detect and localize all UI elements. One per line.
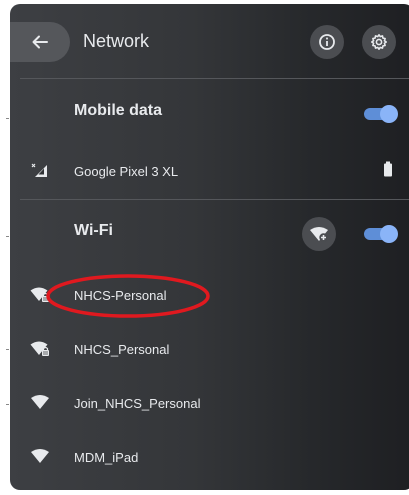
device-label: Google Pixel 3 XL (74, 164, 179, 179)
wifi-icon (31, 449, 49, 463)
wifi-icon (31, 395, 49, 409)
toggle-knob (380, 105, 398, 123)
wifi-title: Wi-Fi (74, 222, 113, 239)
info-icon (319, 34, 335, 50)
network-panel: Network Mobile data Google Pixel 3 XL Wi… (10, 4, 409, 490)
edge-mark (6, 349, 9, 350)
page-title: Network (83, 31, 150, 51)
network-label: NHCS-Personal (74, 288, 167, 303)
network-item-3[interactable]: MDM_iPad (10, 434, 409, 478)
wifi-add-icon (310, 227, 328, 242)
network-item-2[interactable]: Join_NHCS_Personal (10, 380, 409, 424)
info-button[interactable] (310, 25, 344, 59)
arrow-left-icon (32, 35, 48, 49)
header-divider (20, 78, 409, 79)
cellular-no-data-icon (31, 163, 47, 177)
settings-button[interactable] (362, 25, 396, 59)
toggle-knob (380, 225, 398, 243)
network-label: Join_NHCS_Personal (74, 396, 201, 411)
wifi-toggle[interactable] (362, 225, 398, 243)
edge-mark (6, 236, 9, 237)
add-wifi-network-button[interactable] (302, 217, 336, 251)
wifi-lock-icon (30, 341, 49, 356)
wifi-lock-icon (30, 287, 49, 302)
network-label: NHCS_Personal (74, 342, 170, 357)
network-item-0[interactable]: NHCS-Personal (10, 272, 409, 316)
back-button[interactable] (10, 22, 70, 62)
header: Network (10, 4, 409, 78)
battery-icon (384, 161, 392, 177)
gear-icon (371, 34, 387, 50)
edge-mark (6, 404, 9, 405)
mobile-data-toggle[interactable] (362, 105, 398, 123)
network-label: MDM_iPad (74, 450, 139, 465)
mobile-data-title: Mobile data (74, 102, 163, 119)
mobile-device-row[interactable]: Google Pixel 3 XL (10, 149, 409, 189)
network-item-1[interactable]: NHCS_Personal (10, 326, 409, 370)
edge-mark (6, 118, 9, 119)
section-divider (20, 199, 409, 200)
